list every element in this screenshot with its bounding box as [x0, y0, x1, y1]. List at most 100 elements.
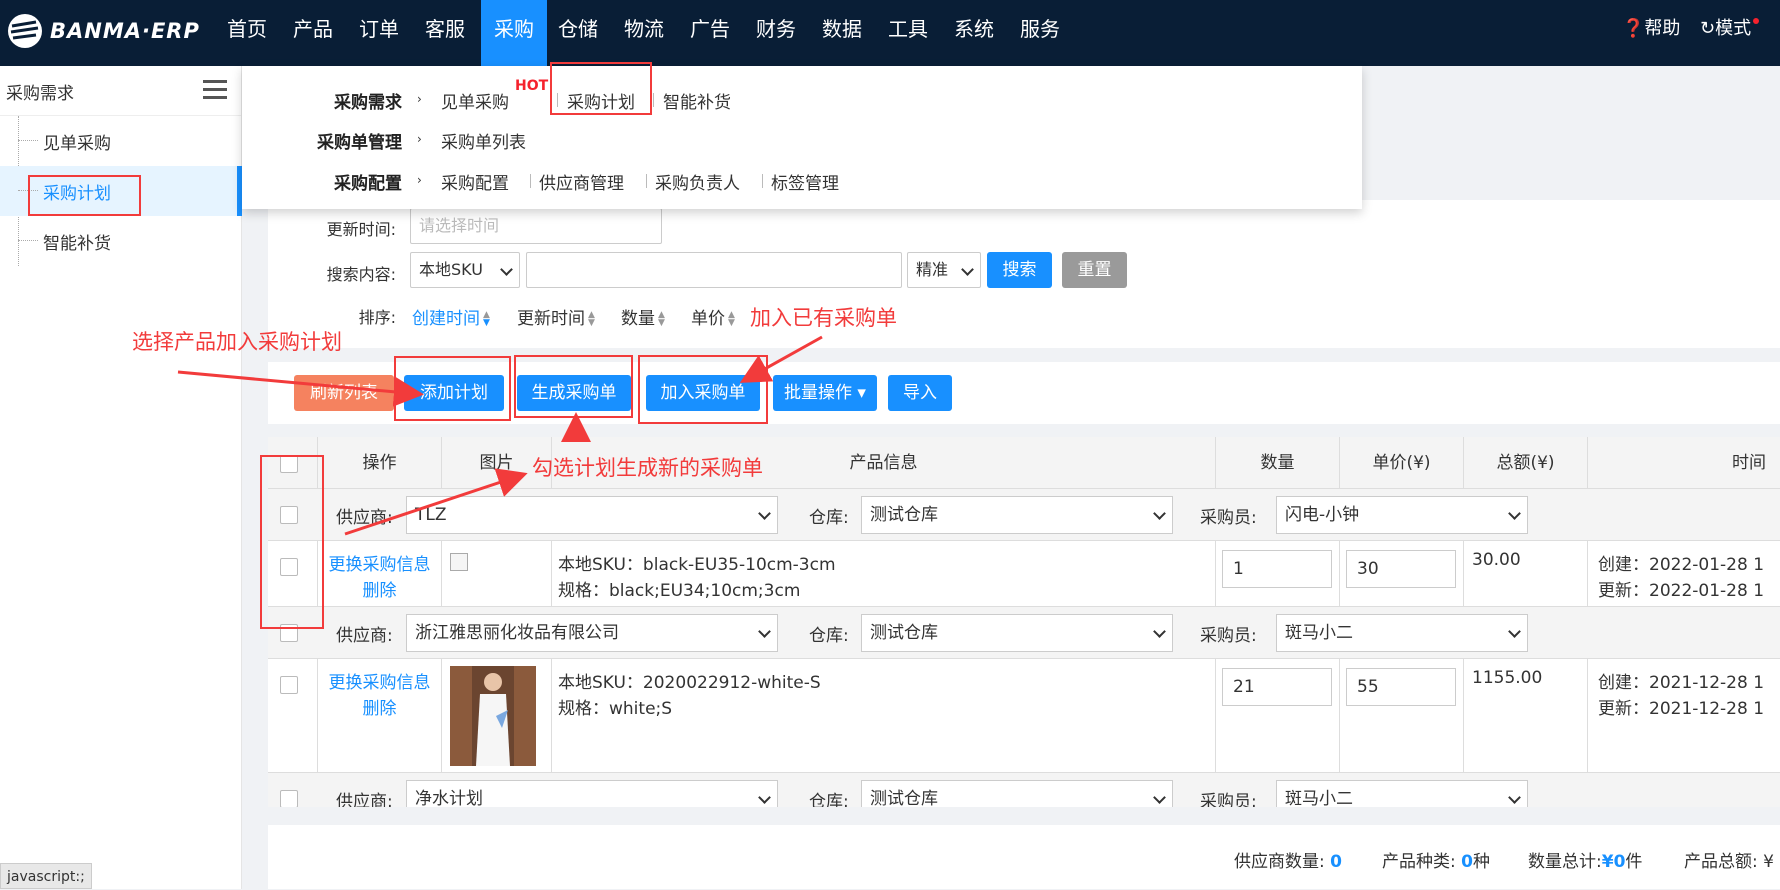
- sidebar-header: 采购需求: [0, 66, 241, 116]
- quantity-input[interactable]: 21: [1222, 668, 1332, 706]
- chevron-down-icon: [758, 625, 771, 638]
- search-content-label: 搜索内容:: [326, 265, 396, 284]
- refresh-list-button[interactable]: 刷新列表: [294, 375, 394, 411]
- nav-services[interactable]: 服务: [1011, 0, 1069, 66]
- batch-operations-button[interactable]: 批量操作 ▾: [773, 375, 877, 411]
- nav-home[interactable]: 首页: [218, 0, 276, 66]
- chevron-down-icon: [758, 507, 771, 520]
- chevron-down-icon: [1508, 507, 1521, 520]
- annotation-box-menu-purchase-plan: [550, 62, 652, 115]
- nav-logistics[interactable]: 物流: [615, 0, 673, 66]
- sort-arrows-icon: ▲ ▼: [588, 310, 595, 328]
- delete-link[interactable]: 删除: [322, 576, 437, 601]
- purchase-plan-table: 操作 图片 产品信息 数量 单价(¥) 总额(¥) 时间 供应商: TLZ 仓库…: [268, 437, 1780, 807]
- created-time: 创建：2022-01-28 1: [1598, 555, 1765, 575]
- top-navigation-bar: BANMA·ERP 首页 产品 订单 客服 采购 仓储 物流 广告 财务 数据 …: [0, 0, 1780, 66]
- chevron-down-icon: [1508, 791, 1521, 804]
- menu-link-tag-management[interactable]: 标签管理: [771, 169, 839, 194]
- nav-system[interactable]: 系统: [945, 0, 1003, 66]
- quantity-input[interactable]: 1: [1222, 550, 1332, 588]
- help-icon: ❓: [1622, 18, 1645, 39]
- chevron-down-icon: [1153, 791, 1166, 804]
- nav-ads[interactable]: 广告: [681, 0, 739, 66]
- quantity-total: 数量总计:¥0件: [1528, 852, 1643, 872]
- menu-group-purchase-config: 采购配置: [334, 174, 402, 194]
- sidebar-item-order-purchase[interactable]: 见单采购: [0, 116, 242, 166]
- header-time: 时间: [1732, 453, 1766, 473]
- broken-image-icon: [450, 553, 468, 571]
- sidebar-item-smart-replenish[interactable]: 智能补货: [0, 216, 242, 266]
- nav-tools[interactable]: 工具: [879, 0, 937, 66]
- search-field-select[interactable]: 本地SKU: [410, 252, 520, 288]
- sort-arrows-icon: ▲ ▼: [483, 310, 490, 328]
- match-mode-select[interactable]: 精准: [907, 252, 981, 288]
- unit-price-input[interactable]: 30: [1346, 550, 1456, 588]
- annotation-text-add-plan: 选择产品加入采购计划: [132, 330, 342, 354]
- update-time-label: 更新时间:: [326, 220, 396, 239]
- nav-orders[interactable]: 订单: [350, 0, 408, 66]
- buyer-select[interactable]: 斑马小二: [1276, 614, 1528, 652]
- annotation-box-sidebar-purchase-plan: [28, 175, 141, 216]
- table-row: 更换采购信息 删除 本地SKU：black-EU35-10cm-3cm 规格：b…: [268, 541, 1780, 607]
- menu-link-purchase-config[interactable]: 采购配置: [441, 169, 509, 194]
- help-link[interactable]: ❓帮助: [1622, 0, 1680, 58]
- warehouse-select[interactable]: 测试仓库: [861, 614, 1173, 652]
- header-quantity: 数量: [1216, 437, 1340, 489]
- annotation-box-add-plan: [394, 356, 511, 421]
- search-input[interactable]: [526, 252, 902, 288]
- sort-quantity[interactable]: 数量 ▲ ▼: [621, 304, 665, 329]
- sort-label: 排序:: [358, 308, 396, 327]
- sort-unit-price[interactable]: 单价 ▲ ▼: [691, 304, 735, 329]
- sort-arrows-icon: ▲ ▼: [728, 310, 735, 328]
- search-button[interactable]: 搜索: [987, 252, 1052, 288]
- import-button[interactable]: 导入: [888, 375, 952, 411]
- menu-link-smart-replenish[interactable]: 智能补货: [663, 88, 731, 113]
- nav-products[interactable]: 产品: [284, 0, 342, 66]
- supplier-select[interactable]: 浙江雅思丽化妆品有限公司: [406, 614, 778, 652]
- product-spec: 规格：white;S: [558, 699, 673, 719]
- sort-arrows-icon: ▲ ▼: [658, 310, 665, 328]
- change-purchase-info-link[interactable]: 更换采购信息: [322, 668, 437, 693]
- unit-price-input[interactable]: 55: [1346, 668, 1456, 706]
- group-checkbox[interactable]: [280, 790, 298, 807]
- mode-link[interactable]: ↻模式: [1700, 0, 1760, 58]
- row-total: 30.00: [1472, 550, 1521, 570]
- sidebar-title: 采购需求: [6, 84, 74, 104]
- chevron-down-icon: [1153, 507, 1166, 520]
- warehouse-select[interactable]: 测试仓库: [861, 496, 1173, 534]
- supplier-select[interactable]: 净水计划: [406, 780, 778, 807]
- row-checkbox[interactable]: [280, 676, 298, 694]
- banma-erp-logo[interactable]: BANMA·ERP: [6, 10, 200, 52]
- menu-link-supplier-management[interactable]: 供应商管理: [539, 169, 624, 194]
- sort-updated-time[interactable]: 更新时间 ▲ ▼: [517, 304, 595, 329]
- menu-link-po-list[interactable]: 采购单列表: [441, 128, 526, 153]
- product-spec: 规格：black;EU34;10cm;3cm: [558, 581, 801, 601]
- chevron-right-icon: ›: [417, 173, 422, 187]
- delete-link[interactable]: 删除: [322, 694, 437, 719]
- supplier-select[interactable]: TLZ: [406, 496, 778, 534]
- table-row: 更换采购信息 删除 本地SKU：2020022912-white-S 规格：wh…: [268, 659, 1780, 773]
- reset-button[interactable]: 重置: [1062, 252, 1127, 288]
- nav-warehouse[interactable]: 仓储: [549, 0, 607, 66]
- updated-time: 更新：2022-01-28 1: [1598, 581, 1765, 601]
- menu-group-purchase-demand: 采购需求: [334, 93, 402, 113]
- nav-finance[interactable]: 财务: [747, 0, 805, 66]
- chevron-down-icon: [500, 263, 513, 276]
- product-total: 产品总额: ¥: [1684, 852, 1774, 872]
- menu-link-order-purchase[interactable]: 见单采购: [441, 88, 509, 113]
- nav-purchase[interactable]: 采购: [481, 0, 547, 66]
- supplier-count: 供应商数量: 0: [1234, 852, 1342, 872]
- hamburger-menu-icon[interactable]: [203, 80, 227, 100]
- product-thumbnail: [450, 666, 536, 766]
- sort-created-time[interactable]: 创建时间 ▲ ▼: [412, 304, 490, 329]
- nav-data[interactable]: 数据: [813, 0, 871, 66]
- nav-customer-service[interactable]: 客服: [416, 0, 474, 66]
- buyer-select[interactable]: 斑马小二: [1276, 780, 1528, 807]
- warehouse-select[interactable]: 测试仓库: [861, 780, 1173, 807]
- update-time-picker[interactable]: 请选择时间: [410, 208, 662, 244]
- table-header: 操作 图片 产品信息 数量 单价(¥) 总额(¥) 时间: [268, 437, 1780, 489]
- buyer-select[interactable]: 闪电-小钟: [1276, 496, 1528, 534]
- annotation-text-generate-po: 勾选计划生成新的采购单: [532, 456, 763, 480]
- change-purchase-info-link[interactable]: 更换采购信息: [322, 550, 437, 575]
- menu-link-purchase-owner[interactable]: 采购负责人: [655, 169, 740, 194]
